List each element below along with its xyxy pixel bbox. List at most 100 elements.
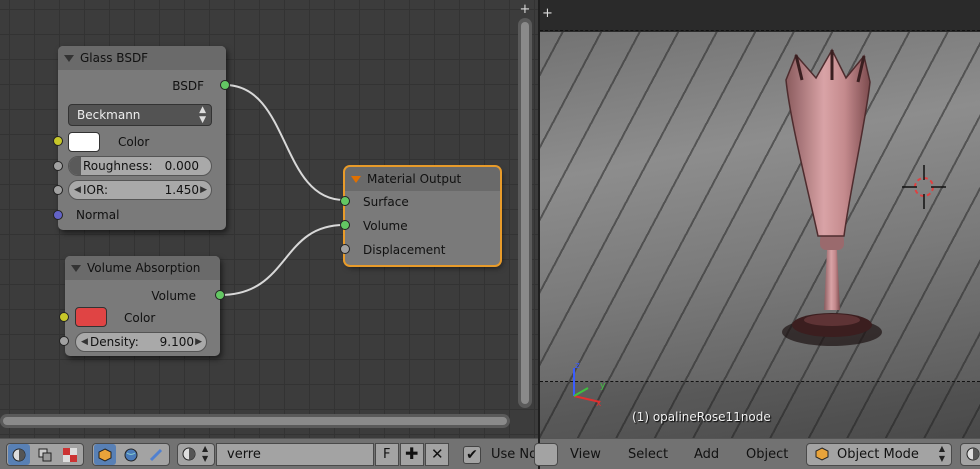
menu-add[interactable]: Add — [694, 447, 719, 462]
horizontal-scrollbar[interactable] — [0, 414, 510, 428]
use-nodes-checkbox[interactable]: ✔ — [463, 446, 481, 464]
volume-input-socket[interactable] — [340, 220, 350, 230]
dropdown-arrows-icon: ▲ ▼ — [938, 444, 945, 463]
tool-shelf-toggle-icon[interactable]: + — [542, 6, 553, 21]
material-name-field[interactable]: verre — [216, 443, 374, 466]
viewport-shading-button[interactable] — [960, 443, 980, 466]
3d-cursor-icon[interactable] — [902, 165, 946, 209]
object-mode-cube-icon — [815, 447, 829, 461]
dropdown-arrows-icon: ▲ ▼ — [199, 105, 206, 125]
link-bsdf-to-surface — [224, 84, 345, 201]
ior-value: 1.450 — [164, 183, 199, 197]
svg-text:z: z — [575, 361, 580, 371]
density-socket[interactable] — [59, 336, 69, 346]
world-globe-icon — [124, 448, 138, 461]
svg-text:y: y — [600, 381, 606, 391]
ior-field[interactable]: ◀ IOR: 1.450 ▶ — [68, 180, 212, 200]
shading-sphere-icon — [966, 447, 980, 461]
world-shader-button[interactable] — [120, 444, 142, 465]
surface-input-label: Surface — [363, 195, 409, 209]
glass-bsdf-node[interactable]: Glass BSDF BSDF Beckmann ▲ ▼ Color Roughn… — [58, 46, 226, 230]
bsdf-output-socket[interactable] — [220, 80, 230, 90]
svg-text:x: x — [596, 399, 602, 406]
plus-icon: ✚ — [405, 444, 419, 463]
mode-label: Object Mode — [837, 447, 919, 462]
object-shader-button[interactable] — [94, 444, 116, 465]
menu-object[interactable]: Object — [746, 447, 788, 462]
vertical-scrollbar[interactable] — [518, 18, 532, 408]
shader-type-group[interactable] — [6, 443, 84, 466]
volume-output-label: Volume — [151, 289, 196, 303]
volume-input-label: Volume — [363, 219, 408, 233]
fake-user-button[interactable]: F — [375, 443, 399, 466]
mode-dropdown[interactable]: Object Mode ▲ ▼ — [806, 443, 952, 466]
checker-texture-icon — [63, 447, 77, 462]
line-style-button[interactable] — [145, 444, 167, 465]
checkmark-icon: ✔ — [466, 447, 478, 463]
vertical-scrollbar-thumb[interactable] — [521, 22, 529, 404]
sidebar-toggle-icon[interactable]: + — [518, 3, 532, 17]
roughness-label: Roughness: — [83, 159, 153, 173]
material-name-value: verre — [227, 447, 261, 462]
node-editor-header: ▲ ▼ verre F ✚ ✕ ✔ Use No — [0, 438, 538, 469]
material-output-node[interactable]: Material Output Surface Volume Displacem… — [345, 167, 500, 265]
ior-increment-icon[interactable]: ▶ — [200, 181, 207, 199]
bsdf-output-label: BSDF — [172, 79, 204, 93]
glass-color-label: Color — [118, 135, 150, 149]
normal-label: Normal — [76, 208, 120, 222]
texture-nodes-button[interactable] — [59, 444, 81, 465]
ior-label: IOR: — [83, 183, 108, 197]
volume-absorption-node[interactable]: Volume Absorption Volume Color ◀ Density… — [65, 256, 220, 356]
ior-socket[interactable] — [53, 185, 63, 195]
use-nodes-label[interactable]: Use No — [491, 447, 537, 462]
roughness-slider[interactable]: Roughness: 0.000 — [68, 156, 212, 176]
density-decrement-icon[interactable]: ◀ — [81, 333, 88, 351]
editor-type-button[interactable] — [534, 443, 558, 466]
distribution-value: Beckmann — [77, 108, 141, 122]
brush-icon — [149, 448, 163, 461]
material-output-node-header[interactable]: Material Output — [345, 167, 500, 191]
displacement-input-socket[interactable] — [340, 244, 350, 254]
menu-view[interactable]: View — [570, 447, 601, 462]
browse-arrows-icon: ▲ ▼ — [202, 444, 209, 463]
collapse-triangle-icon[interactable] — [351, 175, 361, 183]
node-editor-area[interactable]: Glass BSDF BSDF Beckmann ▲ ▼ Color Roughn… — [0, 0, 538, 438]
displacement-input-label: Displacement — [363, 243, 446, 257]
new-material-button[interactable]: ✚ — [400, 443, 424, 466]
surface-input-socket[interactable] — [340, 196, 350, 206]
compositing-nodes-button[interactable] — [34, 444, 56, 465]
glass-color-socket[interactable] — [53, 136, 63, 146]
axis-gizmo-icon: z y x — [573, 361, 606, 406]
active-object-label: (1) opalineRose11node — [632, 410, 771, 424]
distribution-dropdown[interactable]: Beckmann ▲ ▼ — [68, 104, 212, 126]
horizontal-scrollbar-thumb[interactable] — [3, 417, 507, 425]
volume-absorption-title: Volume Absorption — [87, 261, 201, 275]
glass-bsdf-node-header[interactable]: Glass BSDF — [58, 46, 226, 70]
volume-absorption-node-header[interactable]: Volume Absorption — [65, 256, 220, 280]
ior-decrement-icon[interactable]: ◀ — [74, 181, 81, 199]
shader-sphere-icon — [12, 448, 26, 461]
normal-socket[interactable] — [53, 210, 63, 220]
collapse-triangle-icon[interactable] — [64, 54, 74, 62]
density-increment-icon[interactable]: ▶ — [195, 333, 202, 351]
volume-output-socket[interactable] — [215, 290, 225, 300]
roughness-socket[interactable] — [53, 161, 63, 171]
density-value: 9.100 — [159, 335, 194, 349]
compositing-icon — [38, 448, 52, 461]
close-icon: ✕ — [431, 445, 444, 463]
volume-color-socket[interactable] — [59, 312, 69, 322]
material-sphere-icon — [182, 447, 196, 461]
shader-nodes-button[interactable] — [8, 444, 30, 465]
cube-icon — [98, 447, 112, 462]
menu-select[interactable]: Select — [628, 447, 668, 462]
volume-color-swatch[interactable] — [75, 307, 107, 327]
density-field[interactable]: ◀ Density: 9.100 ▶ — [75, 332, 207, 352]
link-volume-to-volume — [219, 224, 345, 296]
glass-color-swatch[interactable] — [68, 132, 100, 152]
roughness-value: 0.000 — [164, 159, 199, 173]
collapse-triangle-icon[interactable] — [71, 264, 81, 272]
material-browse-button[interactable]: ▲ ▼ — [177, 443, 215, 466]
3d-viewport[interactable]: z y x + (1) opalineRose11node — [540, 0, 980, 438]
shader-object-group[interactable] — [92, 443, 170, 466]
unlink-material-button[interactable]: ✕ — [425, 443, 449, 466]
